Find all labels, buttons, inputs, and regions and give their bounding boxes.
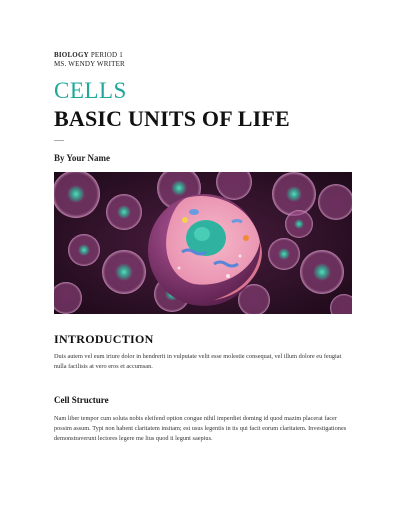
page-title: CELLS	[54, 79, 127, 102]
intro-paragraph: Duis autem vel eum iriure dolor in hendr…	[54, 353, 342, 370]
teacher-name: MS. WENDY WRITER	[54, 60, 125, 68]
title-divider	[54, 140, 64, 141]
page-subtitle: BASIC UNITS OF LIFE	[54, 106, 290, 131]
author-byline: By Your Name	[54, 153, 110, 163]
hero-image	[54, 172, 352, 314]
course-period: PERIOD 1	[90, 51, 123, 59]
course-name: BIOLOGY	[54, 51, 89, 59]
cell-structure-paragraph: Nam liber tempor cum soluta nobis eleife…	[54, 415, 347, 442]
document-page: BIOLOGY PERIOD 1 MS. WENDY WRITER CELLS …	[0, 0, 400, 517]
cell-structure-heading: Cell Structure	[54, 395, 109, 405]
title-accent-word: CELLS	[54, 78, 127, 103]
course-line: BIOLOGY PERIOD 1	[54, 51, 123, 59]
intro-heading: INTRODUCTION	[54, 332, 154, 346]
cell-cross-section-illustration	[54, 172, 352, 314]
